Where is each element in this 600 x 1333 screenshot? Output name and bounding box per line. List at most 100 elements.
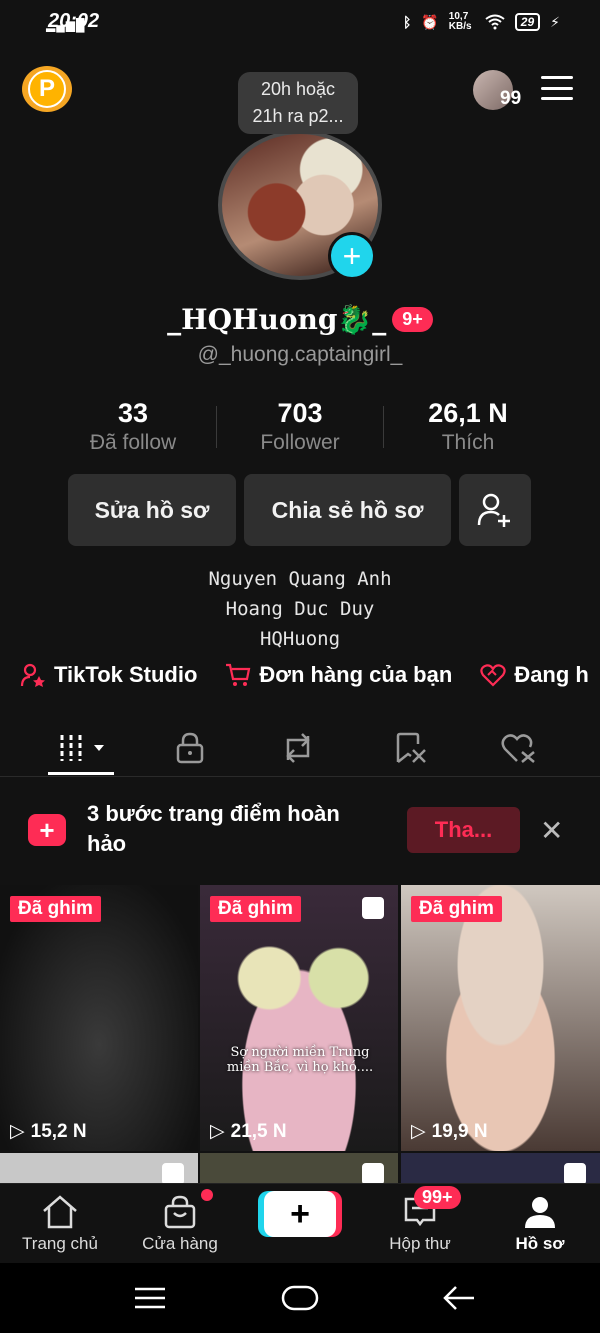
plus-icon: + bbox=[290, 1194, 310, 1233]
system-nav-bar bbox=[0, 1263, 600, 1333]
following-stat[interactable]: 33 Đã follow bbox=[48, 398, 218, 455]
hamburger-menu-icon[interactable] bbox=[541, 76, 573, 100]
play-icon: ▷ bbox=[411, 1121, 426, 1142]
tiktok-studio-link[interactable]: TikTok Studio bbox=[20, 662, 197, 688]
views-text: 19,9 N bbox=[431, 1120, 488, 1142]
back-icon[interactable] bbox=[442, 1285, 476, 1311]
cart-icon bbox=[226, 663, 251, 686]
view-count: ▷ 19,9 N bbox=[411, 1120, 488, 1143]
video-thumbnail[interactable] bbox=[200, 1153, 398, 1183]
liked-icon bbox=[501, 734, 535, 763]
video-thumbnail[interactable]: Đã ghim Sợ người miền Trung miền Bắc, vì… bbox=[200, 885, 398, 1151]
nav-shop-label: Cửa hàng bbox=[142, 1234, 218, 1253]
select-checkbox[interactable] bbox=[564, 1163, 586, 1183]
repost-icon bbox=[286, 733, 310, 763]
tooltip-line-1: 20h hoặc bbox=[260, 79, 336, 99]
tab-saved[interactable] bbox=[370, 720, 450, 776]
pinned-badge: Đã ghim bbox=[411, 896, 502, 922]
recent-apps-icon[interactable] bbox=[133, 1287, 167, 1309]
video-thumbnail[interactable]: Đã ghim ▷ 15,2 N bbox=[0, 885, 198, 1151]
inbox-badge: 99+ bbox=[414, 1186, 461, 1209]
nav-home[interactable]: Trang chủ bbox=[0, 1184, 120, 1264]
view-count: ▷ 15,2 N bbox=[10, 1120, 87, 1143]
view-count: ▷ 21,5 N bbox=[210, 1120, 287, 1143]
content-tabs bbox=[0, 720, 600, 776]
tiktok-studio-label: TikTok Studio bbox=[54, 662, 198, 687]
alarm-icon: ⏰ bbox=[421, 13, 439, 30]
select-checkbox[interactable] bbox=[162, 1163, 184, 1183]
add-plus-icon: + bbox=[28, 814, 66, 846]
video-caption: Sợ người miền Trung miền Bắc, vì họ khó.… bbox=[226, 1045, 374, 1075]
profile-note-tooltip[interactable]: 20h hoặc 21h ra p2... bbox=[238, 72, 358, 134]
followers-label: Follower bbox=[260, 431, 340, 454]
promo-text: 3 bước trang điểm hoàn hảo bbox=[87, 801, 340, 856]
active-tab-indicator bbox=[48, 772, 114, 775]
select-checkbox[interactable] bbox=[362, 1163, 384, 1183]
share-profile-button[interactable]: Chia sẻ hồ sơ bbox=[244, 474, 451, 546]
donation-link[interactable]: Đang h bbox=[480, 662, 589, 688]
bluetooth-icon: ᛒ bbox=[402, 14, 412, 30]
person-star-icon bbox=[20, 663, 45, 687]
bio-line: Hoang Duc Duy bbox=[225, 598, 375, 620]
profile-views-count: 99 bbox=[500, 88, 522, 109]
charging-icon: ⚡ bbox=[550, 13, 560, 30]
followers-count: 703 bbox=[277, 398, 323, 428]
likes-stat[interactable]: 26,1 N Thích bbox=[383, 398, 553, 455]
shopping-bag-icon bbox=[164, 1195, 196, 1229]
orders-link[interactable]: Đơn hàng của bạn bbox=[225, 662, 452, 688]
pinned-badge: Đã ghim bbox=[10, 896, 101, 922]
likes-count: 26,1 N bbox=[428, 398, 508, 428]
tab-videos[interactable] bbox=[42, 720, 122, 776]
quick-links: TikTok Studio Đơn hàng của bạn Đang h bbox=[20, 662, 589, 688]
shop-notification-dot bbox=[201, 1189, 213, 1201]
network-speed: 10,7 KB/s bbox=[448, 11, 472, 32]
video-thumbnail[interactable]: Đã ghim ▷ 19,9 N bbox=[401, 885, 600, 1151]
select-checkbox[interactable] bbox=[362, 897, 384, 919]
likes-label: Thích bbox=[441, 431, 495, 454]
username: @_huong.captaingirl_ bbox=[197, 343, 403, 366]
nav-profile-label: Hồ sơ bbox=[515, 1234, 565, 1253]
orders-label: Đơn hàng của bạn bbox=[259, 662, 453, 687]
points-button[interactable]: P bbox=[22, 66, 72, 112]
lock-icon bbox=[176, 732, 204, 764]
donation-label: Đang h bbox=[514, 662, 589, 687]
views-text: 21,5 N bbox=[230, 1120, 287, 1142]
play-icon: ▷ bbox=[210, 1121, 225, 1142]
heart-handshake-icon bbox=[480, 664, 507, 687]
add-person-icon bbox=[477, 493, 510, 527]
home-button-icon[interactable] bbox=[281, 1285, 319, 1311]
create-button[interactable]: + bbox=[264, 1191, 336, 1237]
following-label: Đã follow bbox=[89, 431, 177, 454]
video-thumbnail[interactable] bbox=[0, 1153, 198, 1183]
notification-badge[interactable]: 9+ bbox=[392, 307, 433, 332]
status-time: 20:02 bbox=[48, 10, 100, 32]
tab-reposts[interactable] bbox=[258, 720, 338, 776]
edit-profile-button[interactable]: Sửa hồ sơ bbox=[68, 474, 236, 546]
tab-private[interactable] bbox=[150, 720, 230, 776]
following-count: 33 bbox=[117, 398, 149, 428]
add-avatar-plus-icon[interactable]: + bbox=[328, 232, 376, 280]
status-bar: ▂▄▆█ 20:02 ᛒ ⏰ 10,7 KB/s 29 ⚡ bbox=[0, 0, 600, 46]
views-text: 15,2 N bbox=[30, 1120, 87, 1142]
display-name: _HQHuong🐉_ bbox=[167, 303, 387, 336]
saved-icon bbox=[396, 732, 426, 763]
profile-icon bbox=[525, 1197, 555, 1228]
display-name-row: _HQHuong🐉_ 9+ bbox=[0, 303, 600, 336]
bio-line: Nguyen Quang Anh bbox=[208, 568, 392, 590]
home-icon bbox=[43, 1195, 77, 1229]
status-icons: ᛒ ⏰ 10,7 KB/s 29 ⚡ bbox=[403, 12, 560, 32]
wifi-icon bbox=[485, 14, 505, 30]
points-icon: P bbox=[28, 70, 66, 108]
nav-shop[interactable]: Cửa hàng bbox=[120, 1184, 240, 1264]
promo-cta-button[interactable]: Tha... bbox=[407, 807, 520, 853]
followers-stat[interactable]: 703 Follower bbox=[215, 398, 385, 455]
nav-inbox-label: Hộp thư bbox=[389, 1234, 451, 1253]
nav-profile[interactable]: Hồ sơ bbox=[480, 1184, 600, 1264]
close-icon[interactable]: ✕ bbox=[540, 814, 563, 847]
bio-line: HQHuong bbox=[259, 628, 341, 650]
nav-home-label: Trang chủ bbox=[22, 1234, 98, 1253]
pinned-badge: Đã ghim bbox=[210, 896, 301, 922]
add-friend-button[interactable] bbox=[459, 474, 531, 546]
tab-liked[interactable] bbox=[478, 720, 558, 776]
video-thumbnail[interactable] bbox=[401, 1153, 600, 1183]
